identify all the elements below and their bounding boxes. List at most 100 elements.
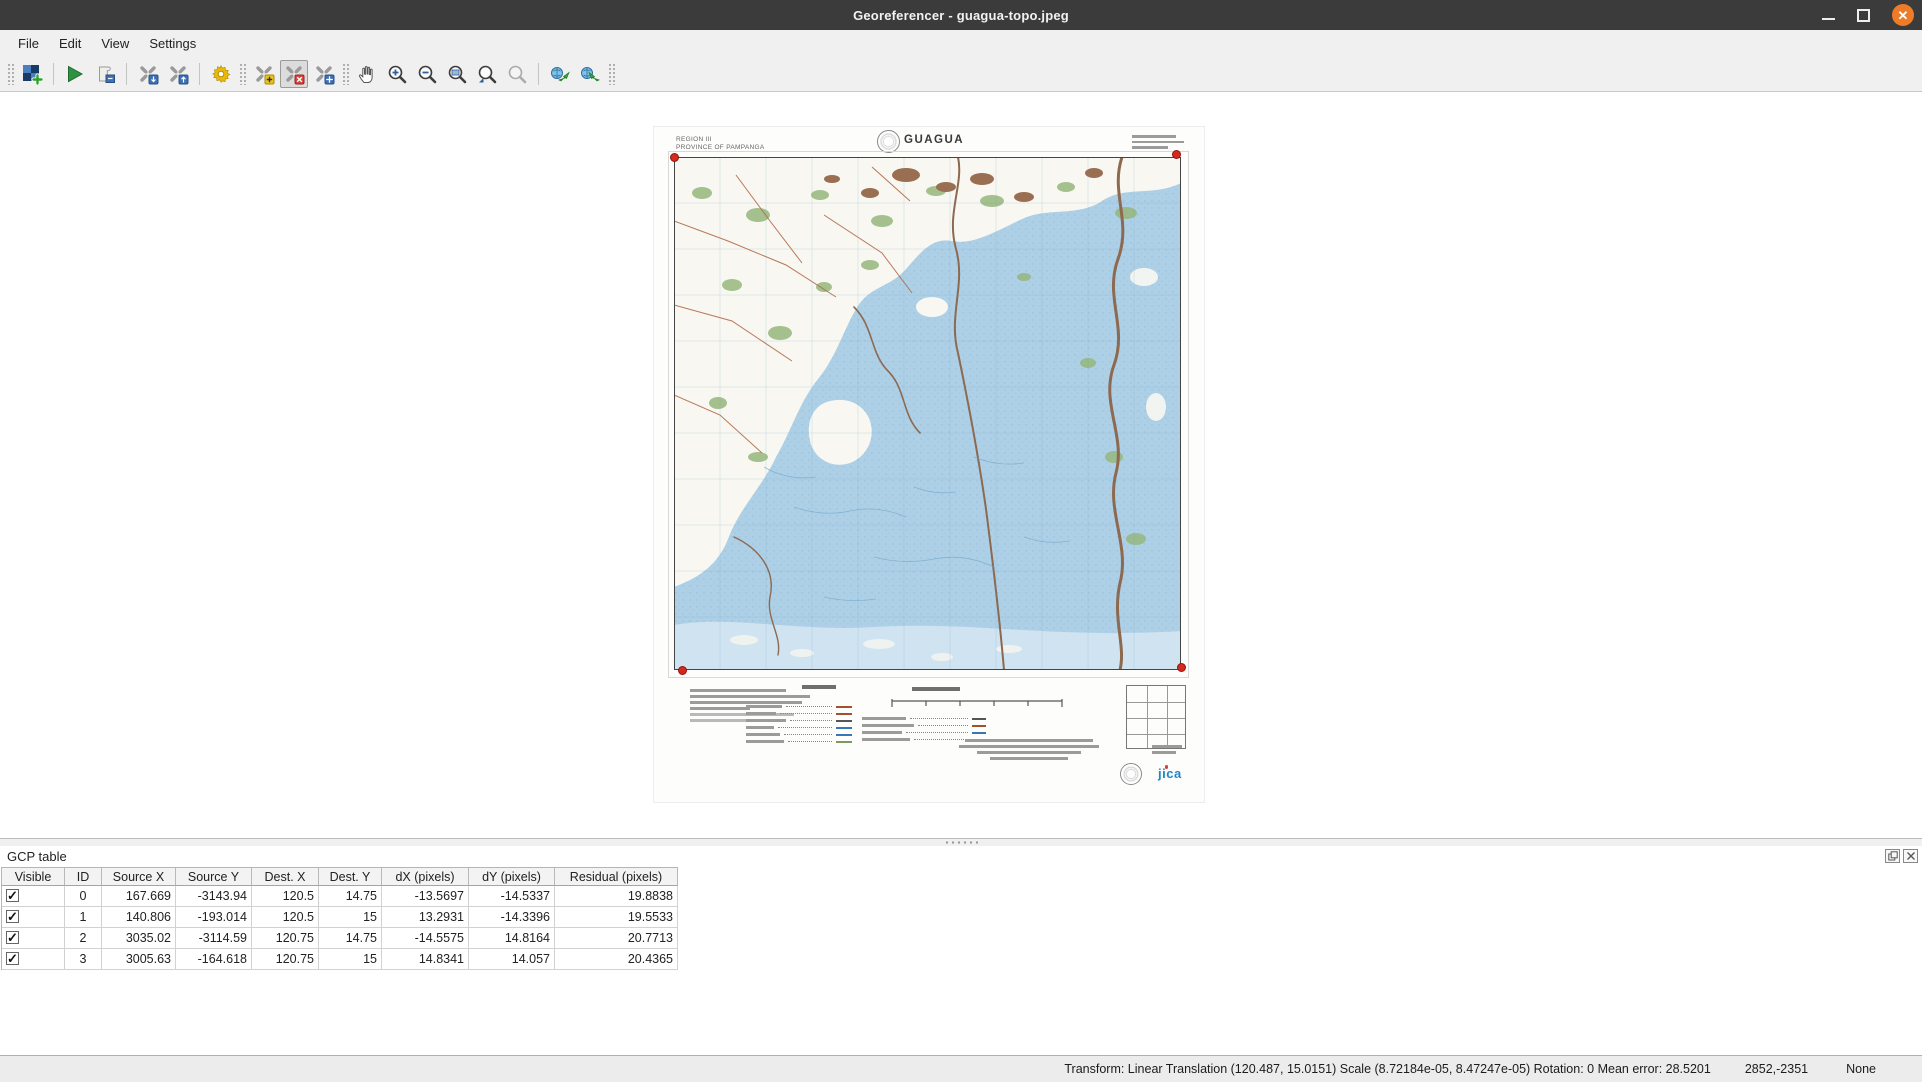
panel-splitter[interactable] [0,838,1922,846]
save-gcp-points-button[interactable] [164,60,192,88]
zoom-out-button[interactable] [413,60,441,88]
gcp-marker-2[interactable] [1172,150,1181,159]
cell-dest_x[interactable]: 120.5 [252,907,319,928]
cell-visible[interactable] [2,928,65,949]
cell-source_y[interactable]: -164.618 [176,949,252,970]
link-qgis-to-georeferencer-button[interactable] [576,60,604,88]
cell-dx[interactable]: -14.5575 [382,928,469,949]
open-raster-button[interactable] [18,60,46,88]
minimize-icon[interactable] [1822,18,1835,20]
gcp-table-header: Visible ID Source X Source Y Dest. X Dest. Yd… [2,868,678,886]
maximize-icon[interactable] [1857,8,1870,22]
cell-source_y[interactable]: -3143.94 [176,886,252,907]
cell-visible[interactable] [2,886,65,907]
cell-dy[interactable]: 14.8164 [469,928,555,949]
toolbar-drag-handle[interactable] [7,62,14,85]
window-title: Georeferencer - guagua-topo.jpeg [853,7,1069,23]
open-raster-icon [21,63,43,85]
map-legend-area: jica [654,681,1206,801]
transformation-settings-button[interactable] [207,60,235,88]
cell-id[interactable]: 2 [65,928,102,949]
zoom-next-button[interactable] [503,60,531,88]
move-point-button[interactable] [310,60,338,88]
dock-float-button[interactable] [1885,849,1900,863]
zoom-to-layer-icon [446,63,468,85]
cell-visible[interactable] [2,907,65,928]
generate-gdal-script-button[interactable] [91,60,119,88]
cell-residual[interactable]: 20.4365 [555,949,678,970]
cell-dy[interactable]: -14.5337 [469,886,555,907]
menu-item-file[interactable]: File [8,33,49,54]
cell-id[interactable]: 1 [65,907,102,928]
cell-source_x[interactable]: 167.669 [102,886,176,907]
cell-source_x[interactable]: 3035.02 [102,928,176,949]
cell-source_x[interactable]: 140.806 [102,907,176,928]
sheet-id-text [1152,745,1186,754]
cell-dx[interactable]: -13.5697 [382,886,469,907]
start-georeferencing-button[interactable] [61,60,89,88]
close-icon[interactable]: ✕ [1892,4,1914,26]
column-header-dx: dX (pixels) [382,868,469,886]
cell-dest_y[interactable]: 15 [319,907,382,928]
cell-source_y[interactable]: -193.014 [176,907,252,928]
load-gcp-points-button[interactable] [134,60,162,88]
zoom-last-button[interactable] [473,60,501,88]
cell-id[interactable]: 0 [65,886,102,907]
gcp-table-panel: GCP table Visible ID Source X Source Y Dest.… [0,846,1922,1055]
zoom-last-icon [476,63,498,85]
pan-icon [356,63,378,85]
cell-dest_x[interactable]: 120.75 [252,928,319,949]
cell-residual[interactable]: 20.7713 [555,928,678,949]
toolbar-drag-handle[interactable] [342,62,349,85]
map-title: GUAGUA [904,134,965,146]
cell-visible[interactable] [2,949,65,970]
gcp-table: Visible ID Source X Source Y Dest. X Dest. Yd… [1,867,678,970]
gcp-marker-0[interactable] [670,153,679,162]
dock-close-button[interactable] [1903,849,1918,863]
visible-checkbox[interactable] [6,907,19,927]
column-header-dy: dY (pixels) [469,868,555,886]
zoom-in-button[interactable] [383,60,411,88]
menu-item-edit[interactable]: Edit [49,33,91,54]
georeferencer-canvas[interactable]: REGION III PROVINCE OF PAMPANGA GUAGUA j… [0,92,1922,838]
map-sheet[interactable]: REGION III PROVINCE OF PAMPANGA GUAGUA j… [653,126,1205,803]
cell-dy[interactable]: 14.057 [469,949,555,970]
cell-dest_y[interactable]: 14.75 [319,886,382,907]
cell-dx[interactable]: 14.8341 [382,949,469,970]
delete-point-button[interactable] [280,59,308,88]
cell-dx[interactable]: 13.2931 [382,907,469,928]
column-header-dest_x: Dest. X [252,868,319,886]
pan-button[interactable] [353,60,381,88]
splitter-handle-icon [944,841,978,844]
gcp-row-1: 1140.806-193.014120.51513.2931-14.339619… [2,907,678,928]
topo-map-image[interactable] [673,155,1181,672]
cell-dest_y[interactable]: 14.75 [319,928,382,949]
gcp-marker-3[interactable] [1177,663,1186,672]
map-seal-icon [877,130,900,153]
zoom-to-layer-button[interactable] [443,60,471,88]
menu-item-settings[interactable]: Settings [139,33,206,54]
visible-checkbox[interactable] [6,886,19,906]
column-header-source_y: Source Y [176,868,252,886]
cell-dest_x[interactable]: 120.5 [252,886,319,907]
gcp-marker-1[interactable] [678,666,687,675]
cell-source_y[interactable]: -3114.59 [176,928,252,949]
visible-checkbox[interactable] [6,949,19,969]
add-point-button[interactable] [250,60,278,88]
cell-dy[interactable]: -14.3396 [469,907,555,928]
cell-residual[interactable]: 19.5533 [555,907,678,928]
window-controls: ✕ [1822,0,1914,30]
map-region-label: REGION III PROVINCE OF PAMPANGA [676,136,765,151]
cell-dest_x[interactable]: 120.75 [252,949,319,970]
menu-item-view[interactable]: View [91,33,139,54]
toolbar-drag-handle[interactable] [239,62,246,85]
cell-id[interactable]: 3 [65,949,102,970]
link-georeferencer-to-qgis-icon [549,63,571,85]
visible-checkbox[interactable] [6,928,19,948]
cell-dest_y[interactable]: 15 [319,949,382,970]
link-georeferencer-to-qgis-button[interactable] [546,60,574,88]
cell-residual[interactable]: 19.8838 [555,886,678,907]
cell-source_x[interactable]: 3005.63 [102,949,176,970]
title-bar: Georeferencer - guagua-topo.jpeg ✕ [0,0,1922,30]
toolbar-drag-handle[interactable] [608,62,615,85]
